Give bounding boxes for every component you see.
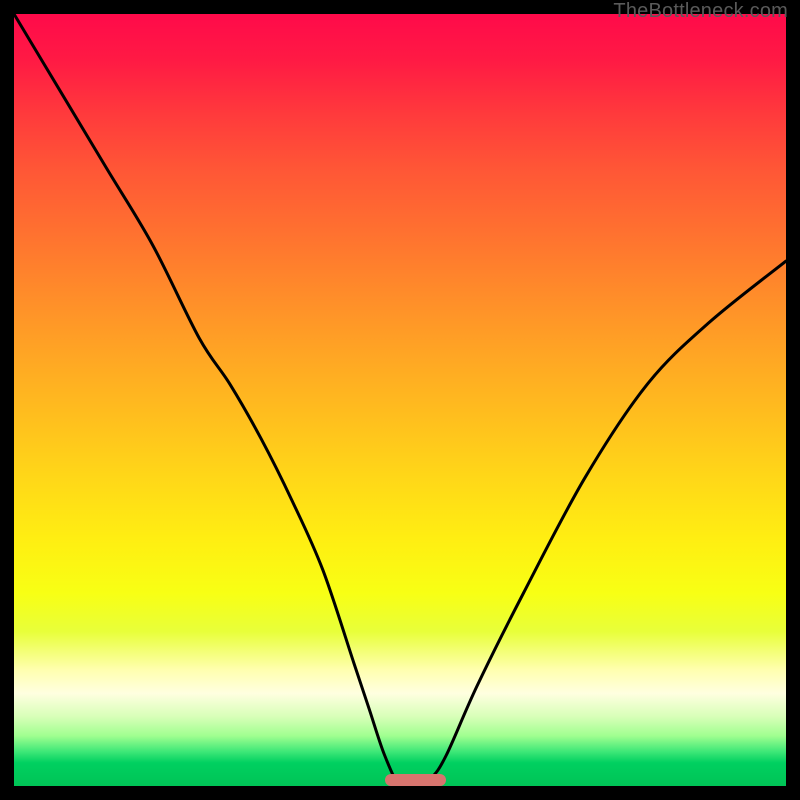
bottleneck-curve	[14, 14, 786, 786]
chart-stage: TheBottleneck.com	[0, 0, 800, 800]
watermark-text: TheBottleneck.com	[613, 0, 788, 23]
optimal-range-marker	[385, 774, 447, 786]
curve-layer	[14, 14, 786, 786]
plot-area	[14, 14, 786, 786]
